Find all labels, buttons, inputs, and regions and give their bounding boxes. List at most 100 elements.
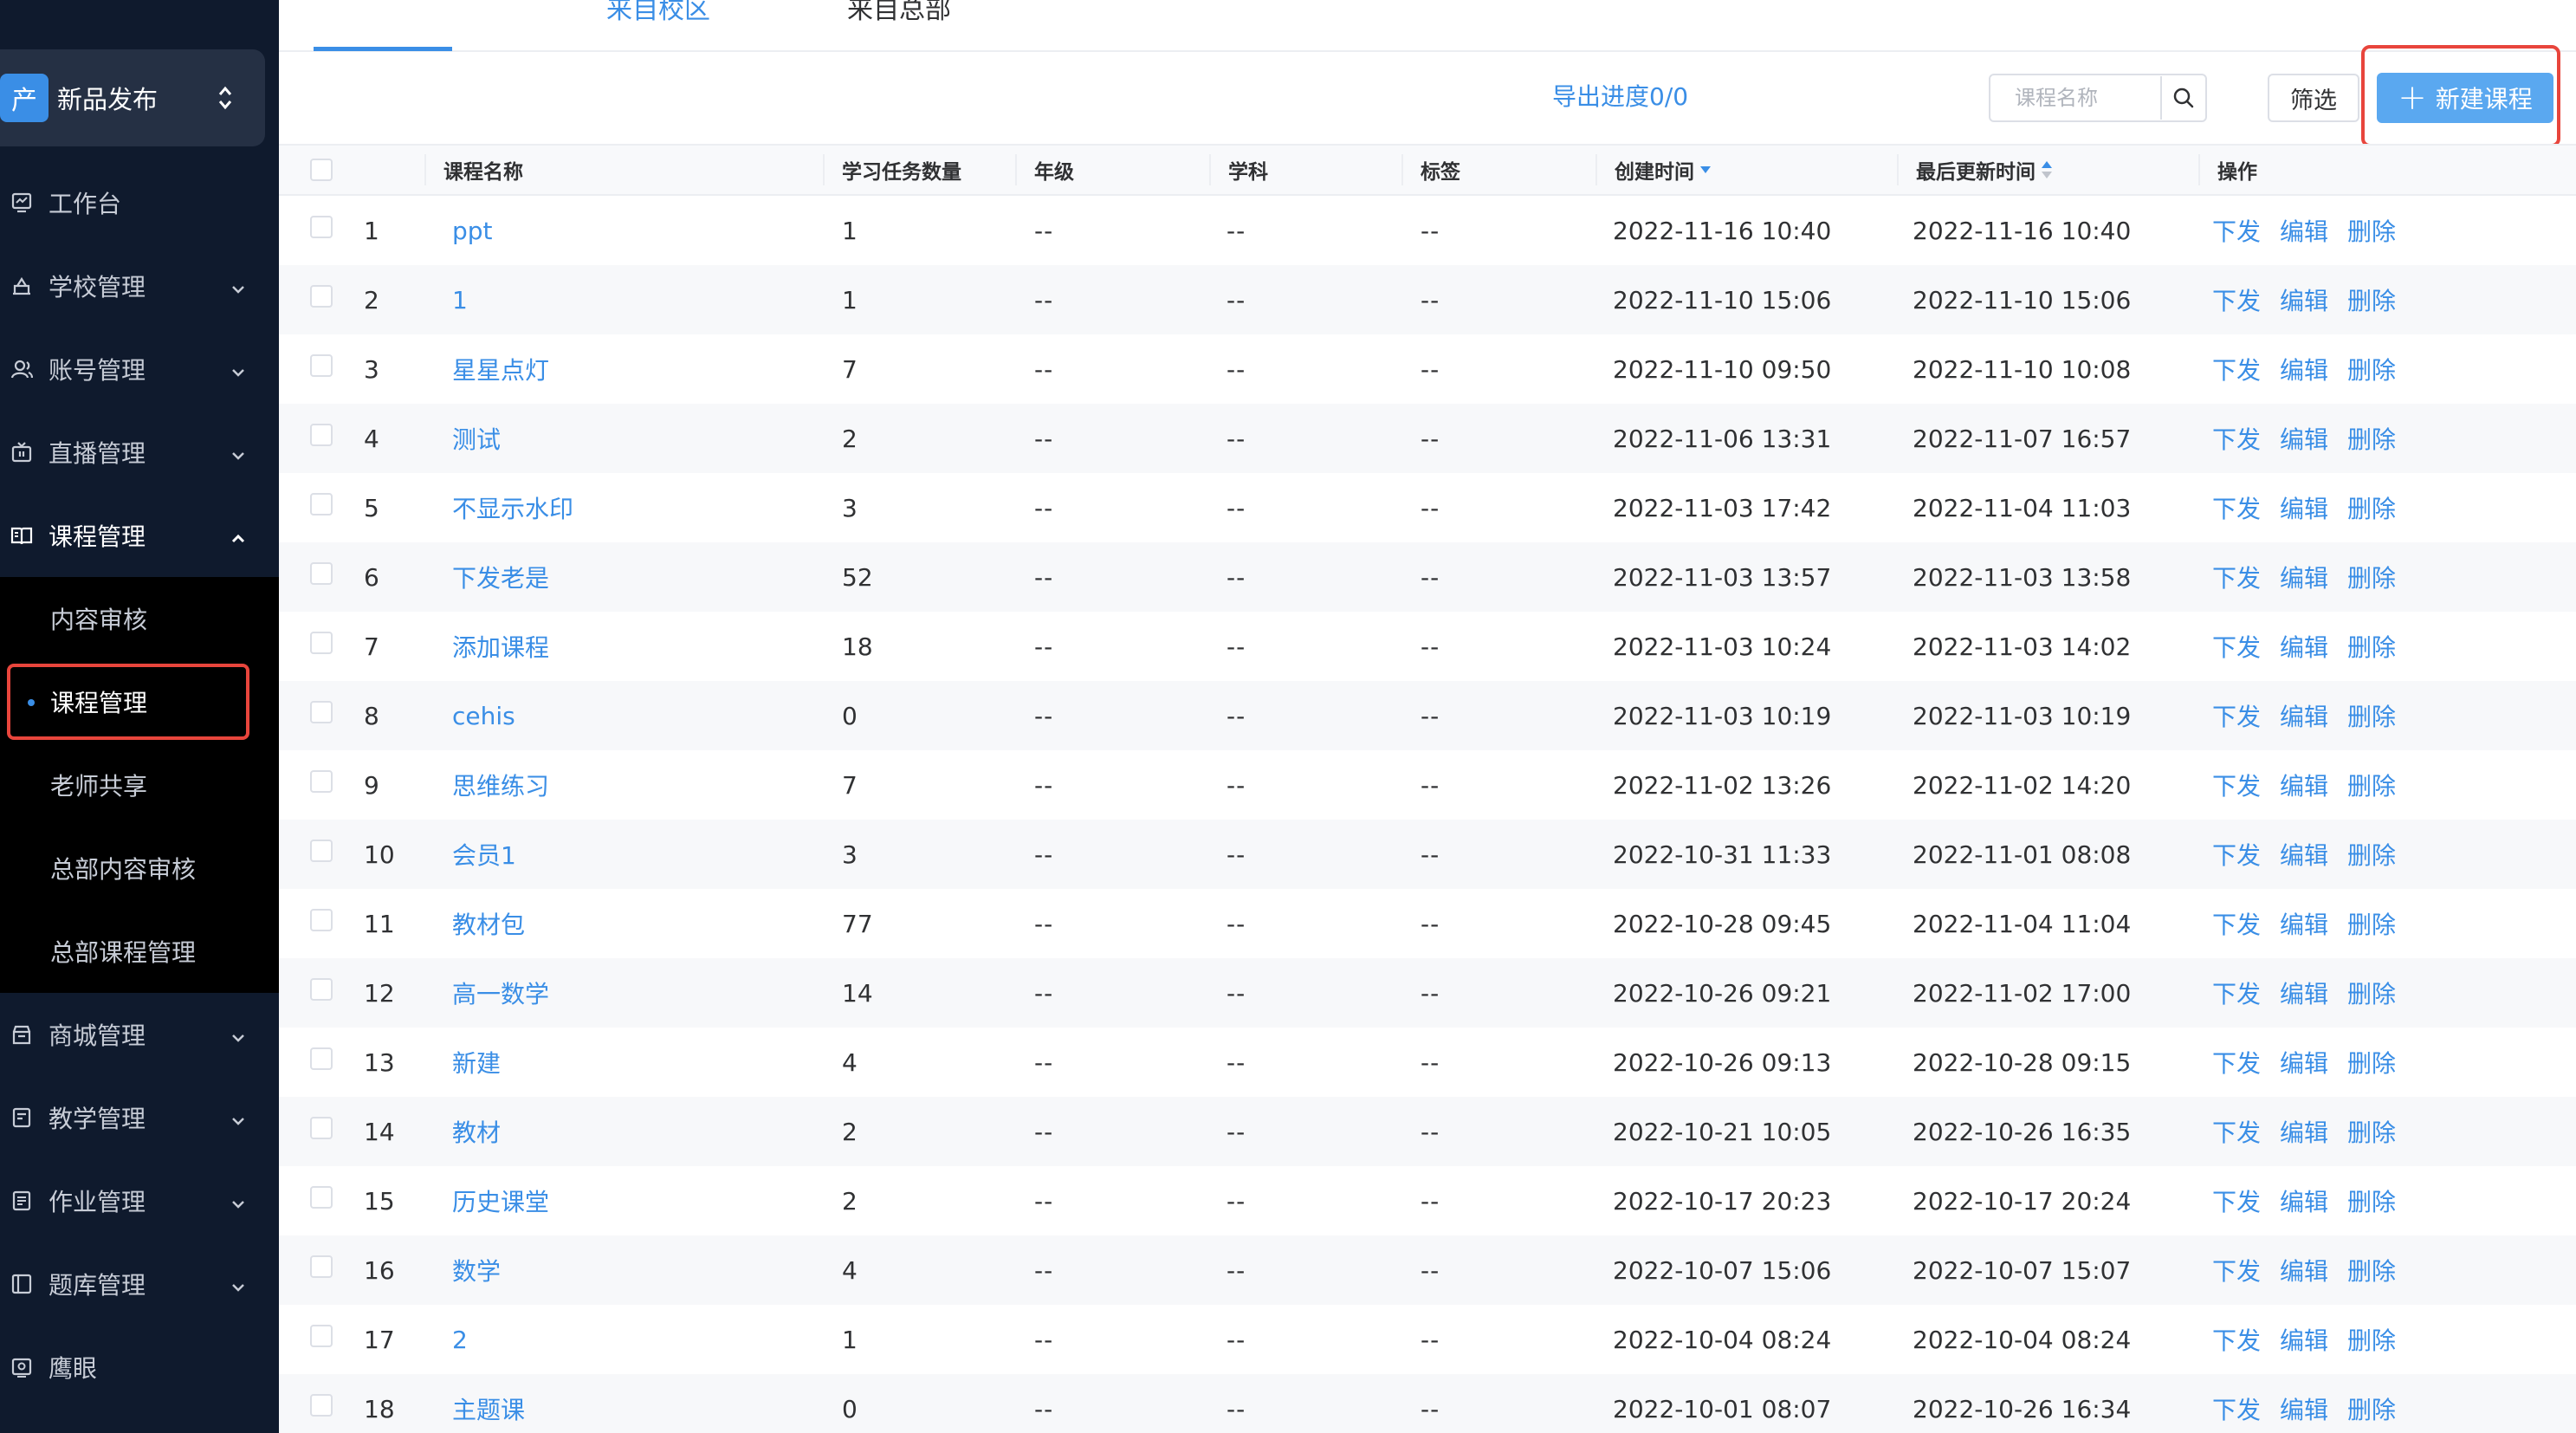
row-checkbox[interactable] bbox=[310, 216, 333, 238]
dispatch-link[interactable]: 下发 bbox=[2212, 352, 2261, 386]
dispatch-link[interactable]: 下发 bbox=[2212, 421, 2261, 456]
product-switcher[interactable]: 产 新品发布 bbox=[0, 49, 265, 146]
sort-desc-icon[interactable] bbox=[1699, 165, 1712, 174]
edit-link[interactable]: 编辑 bbox=[2280, 698, 2328, 733]
row-checkbox[interactable] bbox=[310, 1394, 333, 1417]
row-checkbox[interactable] bbox=[310, 770, 333, 793]
edit-link[interactable]: 编辑 bbox=[2280, 560, 2328, 594]
edit-link[interactable]: 编辑 bbox=[2280, 421, 2328, 456]
delete-link[interactable]: 删除 bbox=[2347, 213, 2396, 248]
header-created-time[interactable]: 创建时间 bbox=[1595, 146, 1890, 194]
dispatch-link[interactable]: 下发 bbox=[2212, 213, 2261, 248]
sidebar-item-homework[interactable]: 作业管理 bbox=[0, 1159, 279, 1242]
row-checkbox[interactable] bbox=[310, 1325, 333, 1347]
edit-link[interactable]: 编辑 bbox=[2280, 629, 2328, 664]
course-name-link[interactable]: 星星点灯 bbox=[452, 334, 549, 404]
row-checkbox[interactable] bbox=[310, 1047, 333, 1070]
sidebar-item-live[interactable]: 直播管理 bbox=[0, 411, 279, 494]
delete-link[interactable]: 删除 bbox=[2347, 768, 2396, 802]
course-name-link[interactable]: 新建 bbox=[452, 1028, 501, 1097]
dispatch-link[interactable]: 下发 bbox=[2212, 282, 2261, 317]
row-checkbox[interactable] bbox=[310, 562, 333, 585]
tab-from-headquarters[interactable]: 来自总部 bbox=[847, 0, 951, 38]
dispatch-link[interactable]: 下发 bbox=[2212, 629, 2261, 664]
edit-link[interactable]: 编辑 bbox=[2280, 1045, 2328, 1080]
edit-link[interactable]: 编辑 bbox=[2280, 352, 2328, 386]
sort-both-icon[interactable] bbox=[2041, 160, 2053, 179]
sidebar-item-course[interactable]: 课程管理 bbox=[0, 494, 279, 577]
dispatch-link[interactable]: 下发 bbox=[2212, 1253, 2261, 1287]
course-name-link[interactable]: 添加课程 bbox=[452, 612, 549, 681]
sidebar-item-school[interactable]: 学校管理 bbox=[0, 244, 279, 327]
dispatch-link[interactable]: 下发 bbox=[2212, 1183, 2261, 1218]
row-checkbox[interactable] bbox=[310, 285, 333, 308]
row-checkbox[interactable] bbox=[310, 493, 333, 515]
edit-link[interactable]: 编辑 bbox=[2280, 1114, 2328, 1149]
delete-link[interactable]: 删除 bbox=[2347, 1183, 2396, 1218]
header-updated-time[interactable]: 最后更新时间 bbox=[1897, 146, 2191, 194]
filter-button[interactable]: 筛选 bbox=[2268, 74, 2359, 122]
course-name-link[interactable]: 高一数学 bbox=[452, 958, 549, 1028]
delete-link[interactable]: 删除 bbox=[2347, 352, 2396, 386]
delete-link[interactable]: 删除 bbox=[2347, 1253, 2396, 1287]
dispatch-link[interactable]: 下发 bbox=[2212, 1322, 2261, 1357]
delete-link[interactable]: 删除 bbox=[2347, 976, 2396, 1010]
course-name-link[interactable]: 不显示水印 bbox=[452, 473, 573, 542]
delete-link[interactable]: 删除 bbox=[2347, 560, 2396, 594]
edit-link[interactable]: 编辑 bbox=[2280, 768, 2328, 802]
tab-from-campus[interactable]: 来自校区 bbox=[606, 0, 710, 38]
row-checkbox[interactable] bbox=[310, 840, 333, 862]
course-name-link[interactable]: 测试 bbox=[452, 404, 501, 473]
select-all-checkbox[interactable] bbox=[310, 159, 333, 181]
row-checkbox[interactable] bbox=[310, 1117, 333, 1139]
sidebar-item-mall[interactable]: 商城管理 bbox=[0, 993, 279, 1076]
edit-link[interactable]: 编辑 bbox=[2280, 213, 2328, 248]
delete-link[interactable]: 删除 bbox=[2347, 906, 2396, 941]
submenu-item[interactable]: 内容审核 bbox=[0, 577, 279, 660]
delete-link[interactable]: 删除 bbox=[2347, 698, 2396, 733]
row-checkbox[interactable] bbox=[310, 632, 333, 654]
dispatch-link[interactable]: 下发 bbox=[2212, 976, 2261, 1010]
dispatch-link[interactable]: 下发 bbox=[2212, 1391, 2261, 1426]
edit-link[interactable]: 编辑 bbox=[2280, 906, 2328, 941]
dispatch-link[interactable]: 下发 bbox=[2212, 906, 2261, 941]
sidebar-item-workbench[interactable]: 工作台 bbox=[0, 161, 279, 244]
course-name-link[interactable]: 历史课堂 bbox=[452, 1166, 549, 1235]
dispatch-link[interactable]: 下发 bbox=[2212, 768, 2261, 802]
course-name-link[interactable]: 思维练习 bbox=[452, 750, 549, 820]
edit-link[interactable]: 编辑 bbox=[2280, 976, 2328, 1010]
row-checkbox[interactable] bbox=[310, 1186, 333, 1209]
dispatch-link[interactable]: 下发 bbox=[2212, 560, 2261, 594]
edit-link[interactable]: 编辑 bbox=[2280, 837, 2328, 872]
dispatch-link[interactable]: 下发 bbox=[2212, 837, 2261, 872]
delete-link[interactable]: 删除 bbox=[2347, 1045, 2396, 1080]
submenu-item[interactable]: 总部内容审核 bbox=[0, 827, 279, 910]
delete-link[interactable]: 删除 bbox=[2347, 1114, 2396, 1149]
sidebar-item-questions[interactable]: 题库管理 bbox=[0, 1242, 279, 1326]
export-progress-link[interactable]: 导出进度0/0 bbox=[1552, 80, 1688, 114]
row-checkbox[interactable] bbox=[310, 354, 333, 377]
edit-link[interactable]: 编辑 bbox=[2280, 1253, 2328, 1287]
course-name-link[interactable]: 2 bbox=[452, 1305, 468, 1374]
submenu-item[interactable]: 总部课程管理 bbox=[0, 910, 279, 993]
dispatch-link[interactable]: 下发 bbox=[2212, 1114, 2261, 1149]
edit-link[interactable]: 编辑 bbox=[2280, 1183, 2328, 1218]
row-checkbox[interactable] bbox=[310, 978, 333, 1001]
delete-link[interactable]: 删除 bbox=[2347, 837, 2396, 872]
course-name-link[interactable]: 1 bbox=[452, 265, 468, 334]
course-name-link[interactable]: 下发老是 bbox=[452, 542, 549, 612]
course-name-link[interactable]: 会员1 bbox=[452, 820, 516, 889]
delete-link[interactable]: 删除 bbox=[2347, 629, 2396, 664]
course-name-link[interactable]: 主题课 bbox=[452, 1374, 525, 1433]
row-checkbox[interactable] bbox=[310, 1255, 333, 1278]
sidebar-item-teaching[interactable]: 教学管理 bbox=[0, 1076, 279, 1159]
course-name-search-input[interactable] bbox=[1990, 76, 2160, 120]
delete-link[interactable]: 删除 bbox=[2347, 421, 2396, 456]
course-name-link[interactable]: 教材包 bbox=[452, 889, 525, 958]
delete-link[interactable]: 删除 bbox=[2347, 490, 2396, 525]
dispatch-link[interactable]: 下发 bbox=[2212, 1045, 2261, 1080]
edit-link[interactable]: 编辑 bbox=[2280, 490, 2328, 525]
course-name-link[interactable]: 数学 bbox=[452, 1235, 501, 1305]
row-checkbox[interactable] bbox=[310, 909, 333, 931]
dispatch-link[interactable]: 下发 bbox=[2212, 698, 2261, 733]
